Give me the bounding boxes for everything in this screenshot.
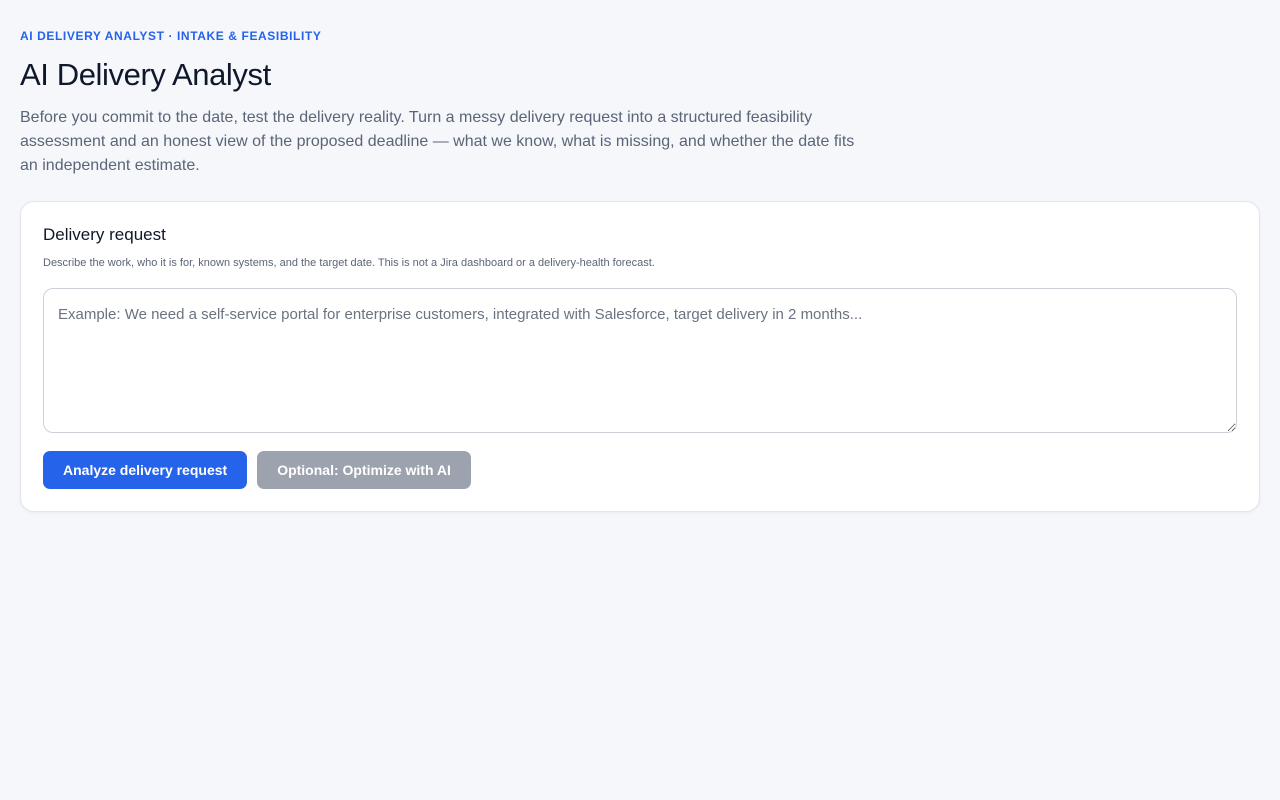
analyze-request-button[interactable]: Analyze delivery request [43, 451, 248, 489]
action-bar: Analyze delivery request Optional: Optim… [43, 451, 1237, 489]
page: AI DELIVERY ANALYST · INTAKE & FEASIBILI… [0, 0, 1280, 512]
delivery-request-card: Delivery request Describe the work, who … [20, 201, 1260, 512]
page-title: AI Delivery Analyst [20, 57, 271, 92]
delivery-request-input[interactable] [43, 288, 1237, 433]
optimize-with-ai-button[interactable]: Optional: Optimize with AI [257, 451, 471, 489]
eyebrow-label: AI DELIVERY ANALYST · INTAKE & FEASIBILI… [20, 29, 322, 43]
card-title: Delivery request [43, 225, 166, 244]
intro-text: Before you commit to the date, test the … [20, 109, 855, 174]
card-hint: Describe the work, who it is for, known … [43, 257, 655, 269]
